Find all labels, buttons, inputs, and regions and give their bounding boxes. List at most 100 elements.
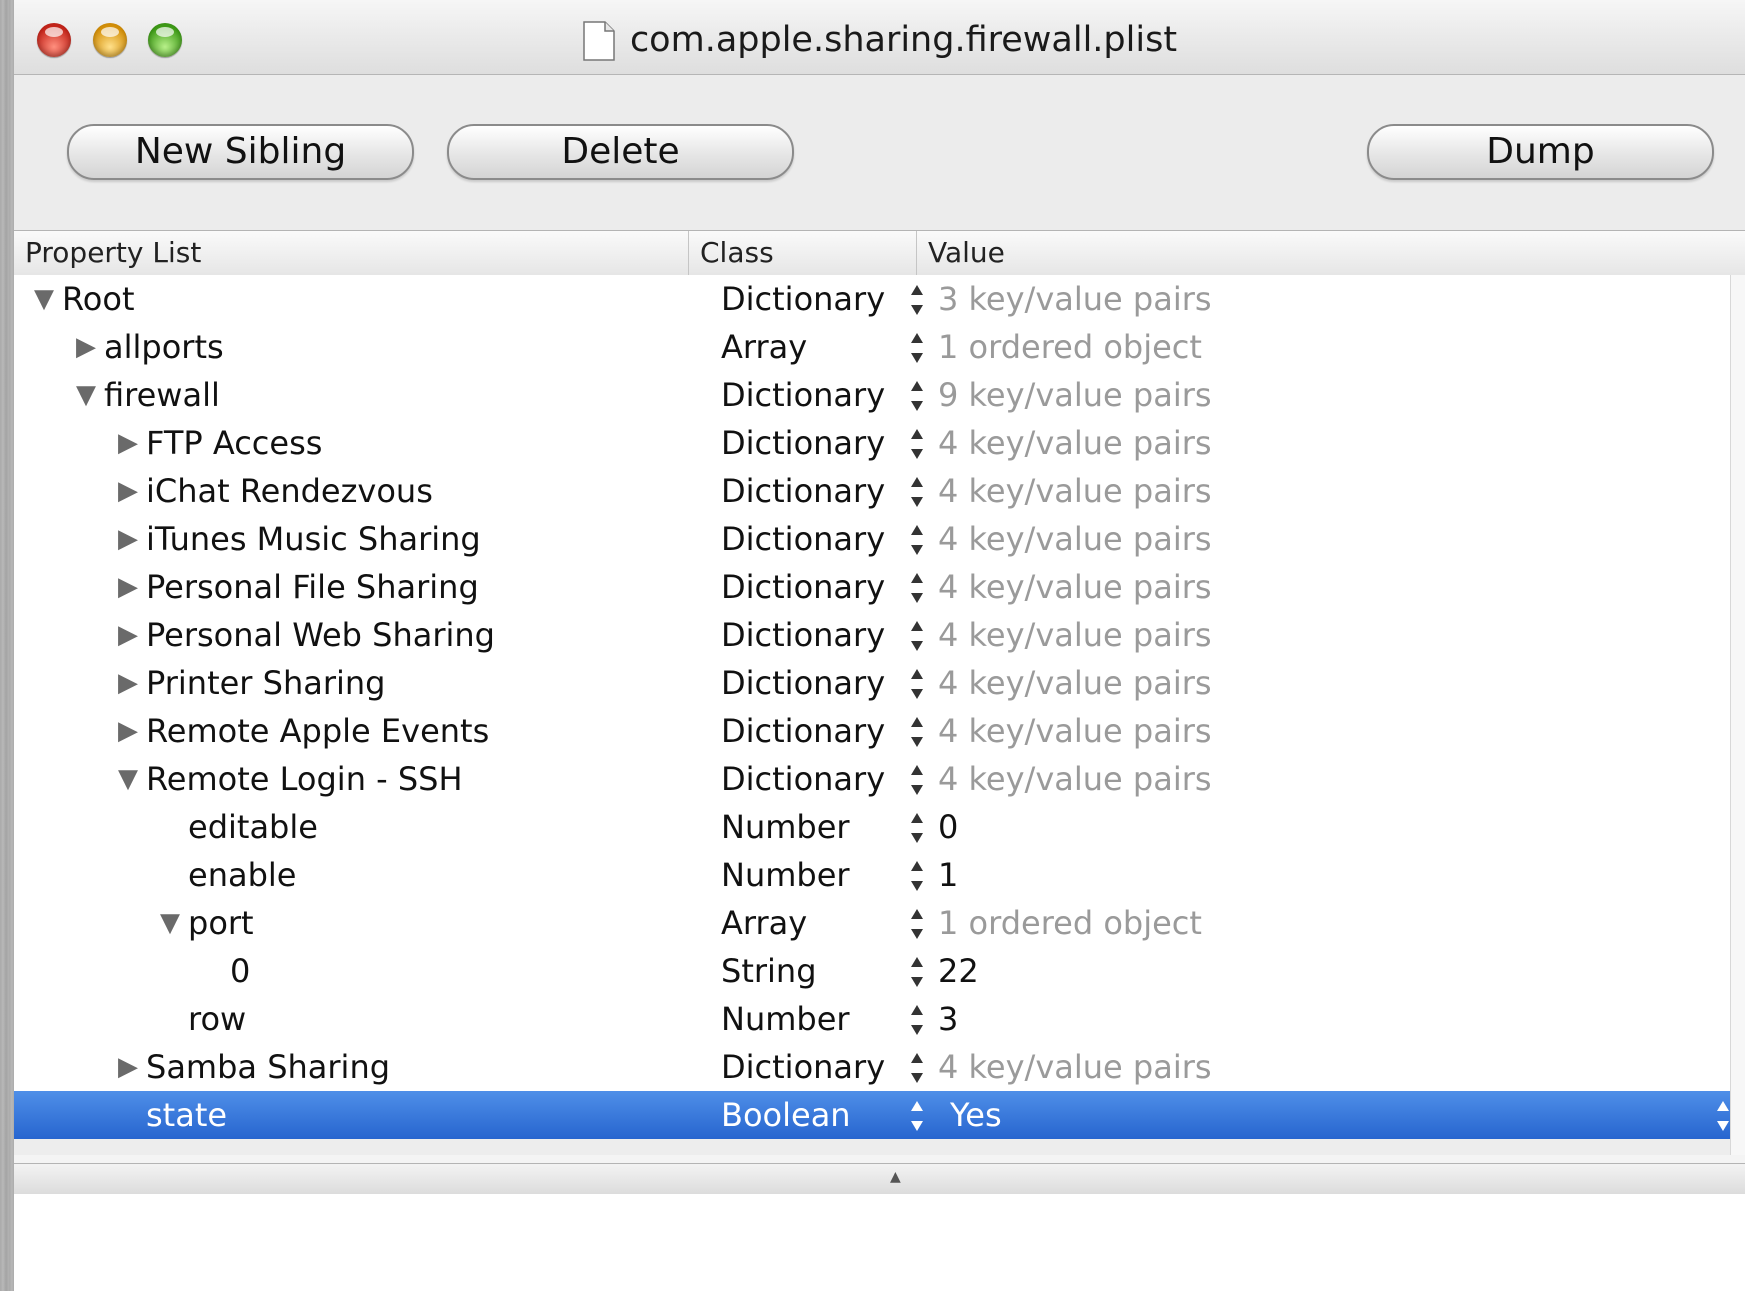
row-class[interactable]: Dictionary [721, 1043, 885, 1091]
row-class[interactable]: Array [721, 323, 807, 371]
column-header-value[interactable]: Value [917, 231, 1745, 275]
row-value[interactable]: 9 key/value pairs [938, 371, 1212, 419]
row-key[interactable]: iChat Rendezvous [146, 467, 433, 515]
stepper-arrows-icon[interactable] [908, 571, 926, 605]
row-key[interactable]: Samba Sharing [146, 1043, 390, 1091]
table-row[interactable]: ▶ Personal Web Sharing Dictionary 4 key/val… [14, 611, 1745, 659]
table-row[interactable]: ▶ FTP Access Dictionary 4 key/value pairs [14, 419, 1745, 467]
stepper-arrows-icon[interactable] [908, 955, 926, 989]
table-row[interactable]: ▶ iChat Rendezvous Dictionary 4 key/value p… [14, 467, 1745, 515]
stepper-arrows-icon[interactable] [908, 1099, 926, 1133]
row-class[interactable]: Dictionary [721, 515, 885, 563]
table-row[interactable]: ▶ Samba Sharing Dictionary 4 key/value pair… [14, 1043, 1745, 1091]
row-class[interactable]: Dictionary [721, 611, 885, 659]
row-value[interactable]: 1 ordered object [938, 899, 1202, 947]
row-value[interactable]: 4 key/value pairs [938, 467, 1212, 515]
triangle-right-icon[interactable]: ▶ [118, 707, 138, 755]
row-class[interactable]: Number [721, 995, 850, 1043]
column-header-class[interactable]: Class [689, 231, 917, 275]
triangle-down-icon[interactable]: ▼ [34, 275, 54, 323]
row-key[interactable]: Remote Apple Events [146, 707, 489, 755]
table-row[interactable]: ▶ Remote Apple Events Dictionary 4 key/valu… [14, 707, 1745, 755]
table-row[interactable]: editable Number 0 [14, 803, 1745, 851]
row-key[interactable]: FTP Access [146, 419, 322, 467]
table-row[interactable]: 0 String 22 [14, 947, 1745, 995]
triangle-right-icon[interactable]: ▶ [118, 1043, 138, 1091]
row-value[interactable]: 3 [938, 995, 958, 1043]
row-value[interactable]: 4 key/value pairs [938, 1043, 1212, 1091]
row-value[interactable]: 1 ordered object [938, 323, 1202, 371]
row-class[interactable]: Dictionary [721, 275, 885, 323]
row-key[interactable]: Remote Login - SSH [146, 755, 463, 803]
stepper-arrows-icon[interactable] [908, 283, 926, 317]
row-class[interactable]: Number [721, 803, 850, 851]
row-class[interactable]: Dictionary [721, 419, 885, 467]
triangle-down-icon[interactable]: ▼ [160, 899, 180, 947]
row-value[interactable]: 3 key/value pairs [938, 275, 1212, 323]
table-row[interactable]: ▶ Printer Sharing Dictionary 4 key/value pa… [14, 659, 1745, 707]
row-value[interactable]: 4 key/value pairs [938, 659, 1212, 707]
stepper-arrows-icon[interactable] [908, 523, 926, 557]
stepper-arrows-icon[interactable] [908, 1003, 926, 1037]
triangle-right-icon[interactable]: ▶ [118, 563, 138, 611]
column-header-property-list[interactable]: Property List [14, 231, 689, 275]
title-bar[interactable]: com.apple.sharing.firewall.plist [14, 0, 1745, 75]
triangle-right-icon[interactable]: ▶ [118, 611, 138, 659]
row-key[interactable]: firewall [104, 371, 220, 419]
row-key[interactable]: 0 [230, 947, 250, 995]
triangle-right-icon[interactable]: ▶ [118, 515, 138, 563]
dump-button[interactable]: Dump [1367, 124, 1714, 180]
row-value[interactable]: 22 [938, 947, 979, 995]
row-class[interactable]: Boolean [721, 1091, 851, 1139]
row-key[interactable]: Personal Web Sharing [146, 611, 495, 659]
new-sibling-button[interactable]: New Sibling [67, 124, 414, 180]
row-class[interactable]: Dictionary [721, 707, 885, 755]
row-key[interactable]: allports [104, 323, 224, 371]
dump-output-pane[interactable] [14, 1194, 1745, 1291]
triangle-right-icon[interactable]: ▶ [118, 419, 138, 467]
triangle-down-icon[interactable]: ▼ [118, 755, 138, 803]
table-row[interactable]: enable Number 1 [14, 851, 1745, 899]
row-class[interactable]: Number [721, 851, 850, 899]
stepper-arrows-icon[interactable] [908, 859, 926, 893]
row-class[interactable]: Dictionary [721, 371, 885, 419]
triangle-right-icon[interactable]: ▶ [118, 659, 138, 707]
row-key[interactable]: Printer Sharing [146, 659, 385, 707]
triangle-right-icon[interactable]: ▶ [76, 323, 96, 371]
row-key[interactable]: port [188, 899, 254, 947]
table-row[interactable]: ▼ Remote Login - SSH Dictionary 4 key/value… [14, 755, 1745, 803]
row-key[interactable]: state [146, 1091, 227, 1139]
row-key[interactable]: iTunes Music Sharing [146, 515, 481, 563]
table-row[interactable]: ▶ Personal File Sharing Dictionary 4 key/va… [14, 563, 1745, 611]
row-key[interactable]: enable [188, 851, 296, 899]
row-value[interactable]: 4 key/value pairs [938, 755, 1212, 803]
stepper-arrows-icon[interactable] [908, 907, 926, 941]
stepper-arrows-icon[interactable] [908, 475, 926, 509]
row-value[interactable]: 4 key/value pairs [938, 563, 1212, 611]
row-class[interactable]: Array [721, 899, 807, 947]
stepper-arrows-icon[interactable] [908, 763, 926, 797]
triangle-down-icon[interactable]: ▼ [76, 371, 96, 419]
stepper-arrows-icon[interactable] [908, 715, 926, 749]
row-class[interactable]: Dictionary [721, 563, 885, 611]
row-value[interactable]: 0 [938, 803, 958, 851]
table-row[interactable]: ▼ firewall Dictionary 9 key/value pairs [14, 371, 1745, 419]
row-value[interactable]: 4 key/value pairs [938, 611, 1212, 659]
row-class[interactable]: Dictionary [721, 659, 885, 707]
row-value[interactable]: Yes [950, 1091, 1002, 1139]
row-class[interactable]: String [721, 947, 817, 995]
row-key[interactable]: row [188, 995, 246, 1043]
row-class[interactable]: Dictionary [721, 467, 885, 515]
table-row[interactable]: state Boolean Yes [14, 1091, 1745, 1139]
row-value[interactable]: 4 key/value pairs [938, 515, 1212, 563]
table-row[interactable]: ▶ iTunes Music Sharing Dictionary 4 key/val… [14, 515, 1745, 563]
table-row[interactable]: ▼ Root Dictionary 3 key/value pairs [14, 275, 1745, 323]
row-key[interactable]: Personal File Sharing [146, 563, 479, 611]
stepper-arrows-icon[interactable] [908, 667, 926, 701]
table-row[interactable]: ▼ port Array 1 ordered object [14, 899, 1745, 947]
row-class[interactable]: Dictionary [721, 755, 885, 803]
delete-button[interactable]: Delete [447, 124, 794, 180]
stepper-arrows-icon[interactable] [908, 331, 926, 365]
triangle-right-icon[interactable]: ▶ [118, 467, 138, 515]
table-row[interactable]: row Number 3 [14, 995, 1745, 1043]
